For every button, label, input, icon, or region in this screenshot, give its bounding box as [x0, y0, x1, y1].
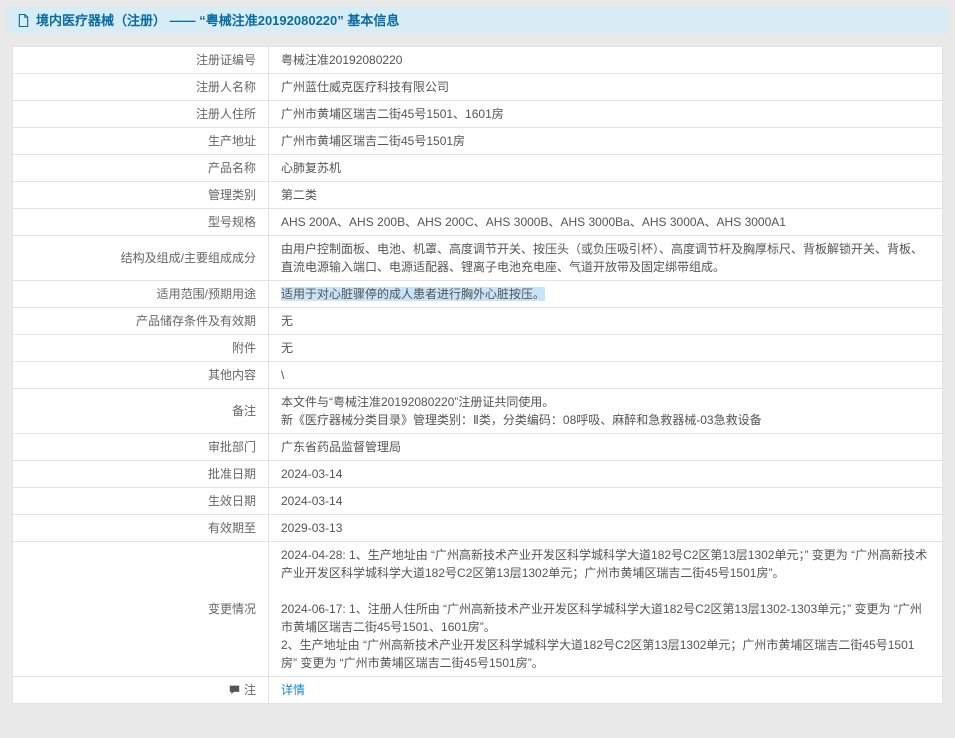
row-change-history: 变更情况 2024-04-28: 1、生产地址由 “广州高新技术产业开发区科学城… — [13, 542, 943, 677]
row-label: 生产地址 — [13, 128, 269, 155]
note-label: 注 — [244, 683, 256, 697]
highlighted-text: 适用于对心脏骤停的成人患者进行胸外心脏按压。 — [281, 287, 545, 301]
row-registration-no: 注册证编号 粤械注准20192080220 — [13, 47, 943, 74]
row-value: 广州市黄埔区瑞吉二街45号1501、1601房 — [269, 101, 943, 128]
basic-info-table: 注册证编号 粤械注准20192080220 注册人名称 广州蓝仕威克医疗科技有限… — [12, 46, 943, 704]
row-expiry-date: 有效期至 2029-03-13 — [13, 515, 943, 542]
row-value: 2029-03-13 — [269, 515, 943, 542]
row-attachment: 附件 无 — [13, 335, 943, 362]
row-management-class: 管理类别 第二类 — [13, 182, 943, 209]
document-icon — [17, 14, 30, 27]
row-label: 管理类别 — [13, 182, 269, 209]
row-value: 广东省药品监督管理局 — [269, 434, 943, 461]
row-value: 详情 — [269, 677, 943, 704]
row-value: 无 — [269, 308, 943, 335]
row-other-content: 其他内容 \ — [13, 362, 943, 389]
row-production-address: 生产地址 广州市黄埔区瑞吉二街45号1501房 — [13, 128, 943, 155]
row-label: 备注 — [13, 389, 269, 434]
row-product-name: 产品名称 心肺复苏机 — [13, 155, 943, 182]
row-label: 产品名称 — [13, 155, 269, 182]
row-label: 审批部门 — [13, 434, 269, 461]
row-registrant-address: 注册人住所 广州市黄埔区瑞吉二街45号1501、1601房 — [13, 101, 943, 128]
row-label: 附件 — [13, 335, 269, 362]
row-registrant-name: 注册人名称 广州蓝仕威克医疗科技有限公司 — [13, 74, 943, 101]
row-value: 本文件与“粤械注准20192080220”注册证共同使用。 新《医疗器械分类目录… — [269, 389, 943, 434]
row-label: 注册证编号 — [13, 47, 269, 74]
row-value: 第二类 — [269, 182, 943, 209]
row-value: 适用于对心脏骤停的成人患者进行胸外心脏按压。 — [269, 281, 943, 308]
row-value: 2024-03-14 — [269, 461, 943, 488]
row-value: 广州市黄埔区瑞吉二街45号1501房 — [269, 128, 943, 155]
row-note: 注 详情 — [13, 677, 943, 704]
row-value: 无 — [269, 335, 943, 362]
row-value: 2024-03-14 — [269, 488, 943, 515]
row-label: 生效日期 — [13, 488, 269, 515]
row-label: 其他内容 — [13, 362, 269, 389]
row-intended-use: 适用范围/预期用途 适用于对心脏骤停的成人患者进行胸外心脏按压。 — [13, 281, 943, 308]
row-value: 2024-04-28: 1、生产地址由 “广州高新技术产业开发区科学城科学大道1… — [269, 542, 943, 677]
row-approval-date: 批准日期 2024-03-14 — [13, 461, 943, 488]
row-label: 注册人名称 — [13, 74, 269, 101]
row-label: 有效期至 — [13, 515, 269, 542]
row-value: 由用户控制面板、电池、机罩、高度调节开关、按压头（或负压吸引杯）、高度调节杆及胸… — [269, 236, 943, 281]
row-remarks: 备注 本文件与“粤械注准20192080220”注册证共同使用。 新《医疗器械分… — [13, 389, 943, 434]
row-label: 产品储存条件及有效期 — [13, 308, 269, 335]
page-header: 境内医疗器械（注册） —— “粤械注准20192080220” 基本信息 — [7, 7, 948, 34]
row-label: 型号规格 — [13, 209, 269, 236]
row-label: 注册人住所 — [13, 101, 269, 128]
row-value: 广州蓝仕威克医疗科技有限公司 — [269, 74, 943, 101]
row-label: 变更情况 — [13, 542, 269, 677]
row-label: 结构及组成/主要组成成分 — [13, 236, 269, 281]
comment-icon — [229, 684, 240, 695]
details-link[interactable]: 详情 — [281, 683, 305, 697]
row-value: 心肺复苏机 — [269, 155, 943, 182]
row-label: 批准日期 — [13, 461, 269, 488]
row-value: 粤械注准20192080220 — [269, 47, 943, 74]
page-title: 境内医疗器械（注册） —— “粤械注准20192080220” 基本信息 — [36, 12, 399, 29]
row-label: 注 — [13, 677, 269, 704]
row-value: AHS 200A、AHS 200B、AHS 200C、AHS 3000B、AHS… — [269, 209, 943, 236]
row-approval-department: 审批部门 广东省药品监督管理局 — [13, 434, 943, 461]
row-structure-composition: 结构及组成/主要组成成分 由用户控制面板、电池、机罩、高度调节开关、按压头（或负… — [13, 236, 943, 281]
row-storage-validity: 产品储存条件及有效期 无 — [13, 308, 943, 335]
row-model-spec: 型号规格 AHS 200A、AHS 200B、AHS 200C、AHS 3000… — [13, 209, 943, 236]
row-effective-date: 生效日期 2024-03-14 — [13, 488, 943, 515]
row-label: 适用范围/预期用途 — [13, 281, 269, 308]
row-value: \ — [269, 362, 943, 389]
